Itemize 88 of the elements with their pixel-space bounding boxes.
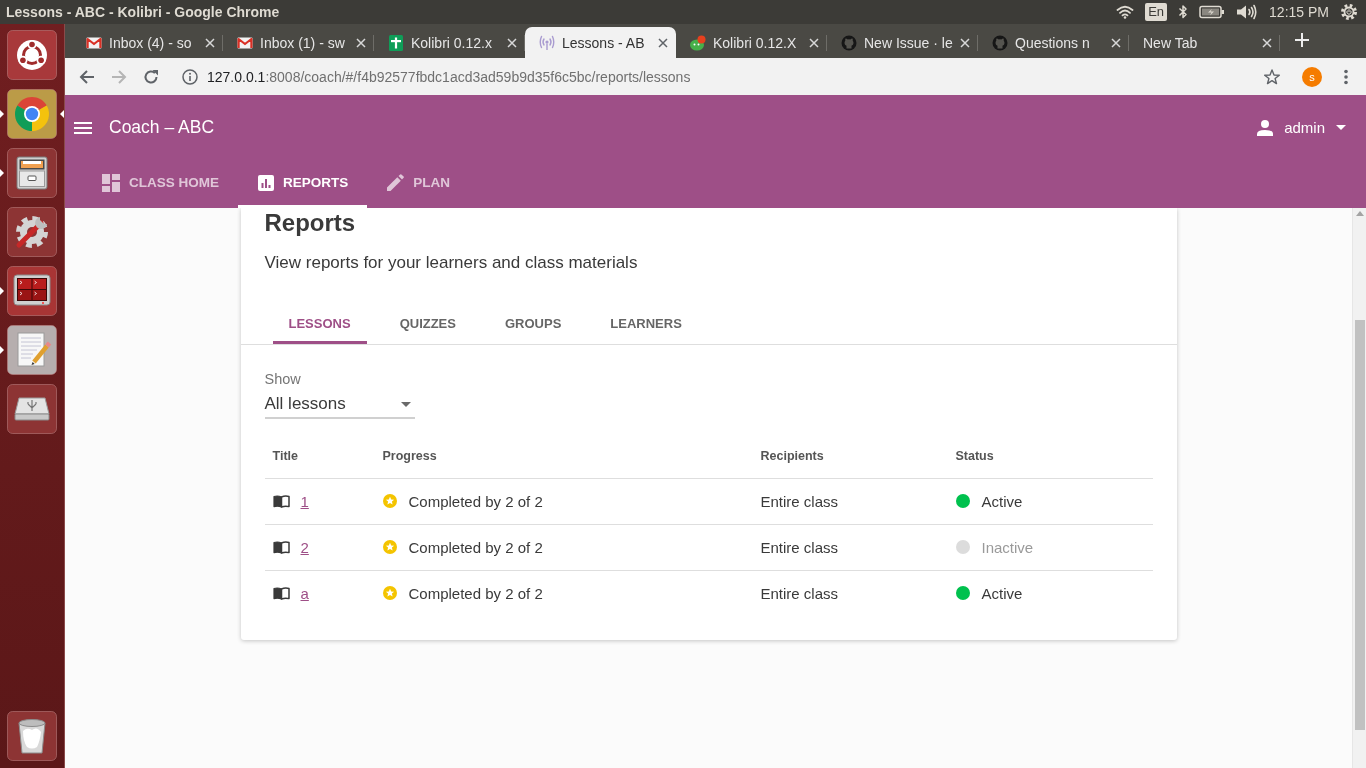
info-icon[interactable] xyxy=(182,68,198,85)
gear-wrench-icon[interactable] xyxy=(7,207,57,257)
report-tab[interactable]: LEARNERS xyxy=(594,296,698,344)
tab-close-button[interactable] xyxy=(658,37,668,48)
star-icon[interactable] xyxy=(1264,68,1280,85)
filter-label: Show xyxy=(264,370,301,388)
broadcast-icon xyxy=(539,34,555,51)
logo-icon[interactable] xyxy=(7,30,57,80)
plus-icon xyxy=(1295,33,1309,47)
star-badge-icon xyxy=(382,494,397,508)
lesson-link[interactable]: 1 xyxy=(300,492,309,510)
file-cabinet-icon[interactable] xyxy=(7,148,57,198)
progress-text: Completed by 2 of 2 xyxy=(408,492,543,510)
browser-tab[interactable]: Questions n xyxy=(978,27,1129,58)
dots-icon xyxy=(1344,68,1348,85)
bar-chart-icon xyxy=(258,174,274,191)
terminal-icon[interactable] xyxy=(7,266,57,316)
reload-icon xyxy=(143,68,159,85)
gear-icon[interactable] xyxy=(1340,3,1358,21)
close-icon xyxy=(658,37,668,48)
scrollbar-thumb[interactable] xyxy=(1354,320,1365,730)
star-badge-icon xyxy=(382,540,397,554)
report-tab[interactable]: GROUPS xyxy=(488,296,578,344)
recipients-text: Entire class xyxy=(760,492,839,510)
star-badge-icon xyxy=(382,586,397,601)
progress-text: Completed by 2 of 2 xyxy=(408,538,543,556)
pencil-icon xyxy=(387,174,405,191)
volume-icon[interactable] xyxy=(1236,4,1259,20)
back-arrow-icon xyxy=(79,68,95,85)
progress-text: Completed by 2 of 2 xyxy=(408,584,543,602)
keyboard-layout-indicator[interactable]: En xyxy=(1145,3,1168,21)
close-icon xyxy=(809,37,819,48)
caret-icon xyxy=(1336,125,1346,130)
dashboard-icon xyxy=(102,173,120,192)
report-tab[interactable]: QUIZZES xyxy=(383,296,472,344)
clock[interactable]: 12:15 PM xyxy=(1269,4,1329,20)
new-tab-button[interactable] xyxy=(1292,30,1312,50)
close-icon xyxy=(205,37,215,48)
browser-tab[interactable]: Inbox (4) - so xyxy=(72,27,223,58)
browser-tab[interactable]: New Issue · le xyxy=(827,27,978,58)
book-icon xyxy=(272,540,290,554)
status-text: Active xyxy=(981,584,1023,602)
browser-tab[interactable]: Kolibri 0.12.X xyxy=(676,27,827,58)
browser-tab[interactable]: New Tab xyxy=(1129,27,1280,58)
browser-tab[interactable]: Inbox (1) - sw xyxy=(223,27,374,58)
status-text: Inactive xyxy=(981,538,1034,556)
document-pencil-icon[interactable] xyxy=(7,325,57,375)
lesson-link[interactable]: a xyxy=(300,584,309,602)
window-title: Lessons - ABC - Kolibri - Google Chrome xyxy=(6,4,280,20)
lesson-filter-select[interactable]: All lessons xyxy=(264,391,415,419)
user-icon xyxy=(1257,119,1274,136)
cat-logo-icon xyxy=(841,34,857,51)
recipients-text: Entire class xyxy=(760,538,839,556)
battery-icon[interactable] xyxy=(1199,5,1226,19)
address-bar[interactable]: 127.0.0.1:8008/coach/#/f4b92577fbdc1acd3ad59b9d35f6c5bc/reports/lessons xyxy=(175,62,1290,91)
column-header: Title xyxy=(272,448,298,463)
page-heading: Reports xyxy=(264,208,356,238)
close-icon xyxy=(1111,37,1121,48)
app-logo-icon xyxy=(690,34,706,51)
forward-arrow-icon xyxy=(111,68,127,85)
cat-logo-icon xyxy=(992,34,1008,51)
menu-icon xyxy=(74,121,92,134)
report-tab[interactable]: LESSONS xyxy=(272,296,367,344)
close-icon xyxy=(960,37,970,48)
url-text: 127.0.0.1:8008/coach/#/f4b92577fbdc1acd3ad59b9d35f6c5bc/reports/lessons xyxy=(207,68,691,85)
close-icon xyxy=(1262,37,1272,48)
user-menu-button[interactable]: admin xyxy=(1257,119,1346,136)
caret-icon xyxy=(400,401,411,407)
status-text: Active xyxy=(981,492,1023,510)
usb-drive-icon[interactable] xyxy=(7,384,57,434)
browser-icon[interactable] xyxy=(7,89,57,139)
bluetooth-icon[interactable] xyxy=(1178,4,1189,20)
wifi-icon[interactable] xyxy=(1116,5,1135,19)
column-header: Status xyxy=(955,448,994,463)
book-icon xyxy=(272,494,290,508)
browser-tab[interactable]: Lessons - AB xyxy=(525,27,676,58)
lesson-link[interactable]: 2 xyxy=(300,538,309,556)
trash-icon[interactable] xyxy=(7,711,57,761)
close-icon xyxy=(507,37,517,48)
book-icon xyxy=(272,586,290,600)
column-header: Progress xyxy=(382,448,437,463)
page-subtitle: View reports for your learners and class materials xyxy=(264,252,638,274)
close-icon xyxy=(356,37,366,48)
browser-tab[interactable]: Kolibri 0.12.x xyxy=(374,27,525,58)
app-title: Coach – ABC xyxy=(109,117,215,138)
spreadsheet-icon xyxy=(388,34,404,51)
recipients-text: Entire class xyxy=(760,584,839,602)
column-header: Recipients xyxy=(760,448,824,463)
